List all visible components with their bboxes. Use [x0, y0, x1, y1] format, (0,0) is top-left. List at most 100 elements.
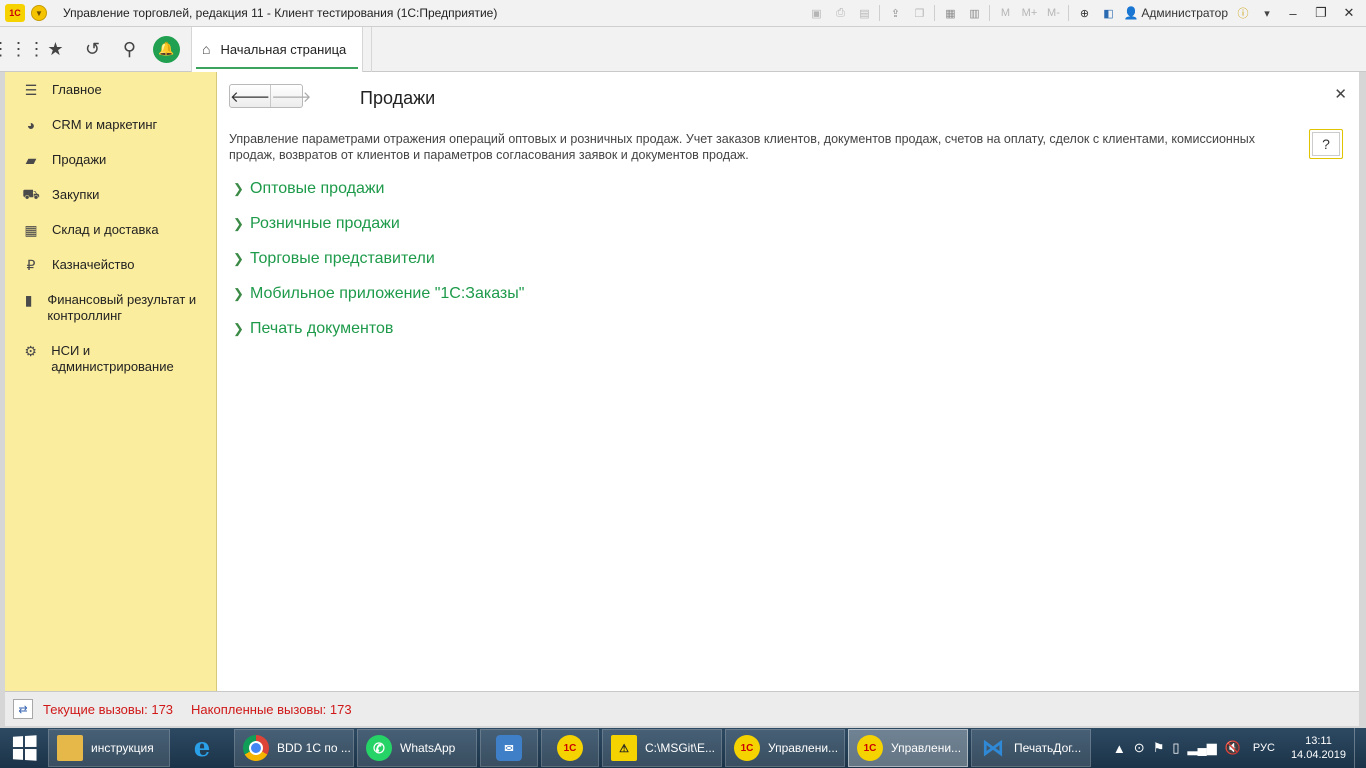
app-logo-icon: 1С — [5, 4, 25, 22]
sections-panel: ☰ Главное ◕ CRM и маркетинг ▰ Продажи ⛟ … — [5, 72, 217, 691]
gear-icon: ⚙ — [24, 342, 37, 359]
chevron-right-icon: ❯ — [233, 286, 244, 301]
notifications-button[interactable]: 🔔 — [148, 27, 185, 72]
windows-logo-icon — [12, 735, 37, 761]
user-name: Администратор — [1141, 6, 1228, 20]
nav-buttons: 🡐 🡒 — [229, 84, 311, 108]
forward-button[interactable]: 🡒 — [270, 85, 311, 107]
group-sales-reps[interactable]: ❯ Торговые представители — [233, 248, 524, 283]
page-title: Продажи — [360, 88, 436, 108]
system-tray: ▲ ⊙ ⚑ ▯ ▂▄▆ 🔇 РУС 13:11 14.04.2019 — [1113, 728, 1366, 768]
restore-button[interactable]: ❐ — [1310, 5, 1332, 21]
memory-m-minus-button[interactable]: M- — [1044, 4, 1062, 22]
main-content: 🡐 🡒 Продажи ✕ Управление параметрами отр… — [217, 72, 1359, 691]
sidebar-item-treasury[interactable]: ₽ Казначейство — [5, 247, 216, 282]
calculator-icon[interactable]: ▦ — [941, 4, 959, 22]
upload-icon[interactable]: ⇪ — [886, 4, 904, 22]
sidebar-item-finance[interactable]: ▮ Финансовый результат и контроллинг — [5, 282, 216, 333]
preview-icon[interactable]: ▤ — [855, 4, 873, 22]
chevron-right-icon: ❯ — [233, 216, 244, 231]
warehouse-icon: ▦ — [24, 221, 38, 238]
accumulated-calls: Накопленные вызовы: 173 — [191, 701, 352, 717]
network-icon[interactable]: ▂▄▆ — [1188, 740, 1217, 756]
taskbar-item-ie[interactable]: e — [173, 729, 231, 767]
clock[interactable]: 13:11 14.04.2019 — [1291, 734, 1346, 762]
mail-icon: ✉ — [496, 735, 522, 761]
tab-home[interactable]: ⌂ Начальная страница — [191, 26, 363, 72]
user-icon: 👤 — [1123, 6, 1139, 20]
section-bar: ⋮⋮⋮ ★ ↺ ⚲ 🔔 ⌂ Начальная страница — [0, 26, 1366, 72]
battery-icon[interactable]: ▯ — [1172, 740, 1179, 756]
sidebar-item-purchases[interactable]: ⛟ Закупки — [5, 177, 216, 212]
sidebar-item-main[interactable]: ☰ Главное — [5, 72, 216, 107]
taskbar-item-1c-upravlenie-2[interactable]: 1С Управлени... — [848, 729, 968, 767]
help-button[interactable]: ? — [1309, 129, 1343, 159]
flag-icon[interactable]: ⚑ — [1153, 740, 1165, 756]
group-mobile-app[interactable]: ❯ Мобильное приложение "1С:Заказы" — [233, 283, 524, 318]
close-icon[interactable]: ✕ — [1334, 85, 1347, 103]
status-bar: ⇄ Текущие вызовы: 173 Накопленные вызовы… — [5, 691, 1359, 726]
clock-time: 13:11 — [1305, 735, 1332, 747]
sidebar-item-sales[interactable]: ▰ Продажи — [5, 142, 216, 177]
taskbar-item-cmd[interactable]: ⚠ C:\MSGit\E... — [602, 729, 722, 767]
taskbar-item-1c-upravlenie-1[interactable]: 1С Управлени... — [725, 729, 845, 767]
copy-icon[interactable]: ❐ — [910, 4, 928, 22]
calendar-icon[interactable]: ▥ — [965, 4, 983, 22]
user-menu[interactable]: 👤 Администратор — [1123, 6, 1228, 20]
window-title: Управление торговлей, редакция 11 - Клие… — [63, 6, 498, 20]
cart-icon: ⛟ — [22, 185, 40, 202]
panels-icon[interactable]: ◧ — [1099, 4, 1117, 22]
volume-muted-icon[interactable]: 🔇 — [1225, 740, 1241, 756]
group-retail[interactable]: ❯ Розничные продажи — [233, 213, 524, 248]
home-icon: ⌂ — [202, 41, 211, 57]
ie-icon: e — [193, 733, 211, 763]
apps-grid-icon[interactable]: ⋮⋮⋮ — [0, 27, 46, 72]
chevron-right-icon: ❯ — [233, 251, 244, 266]
whatsapp-icon: ✆ — [366, 735, 392, 761]
onec-icon: 1С — [734, 735, 760, 761]
tray-expand-icon[interactable]: ▲ — [1113, 741, 1126, 756]
taskbar-item-1c[interactable]: 1С — [541, 729, 599, 767]
memory-m-plus-button[interactable]: M+ — [1020, 4, 1038, 22]
minimize-button[interactable]: – — [1282, 6, 1304, 21]
group-wholesale[interactable]: ❯ Оптовые продажи — [233, 178, 524, 213]
clock-date: 14.04.2019 — [1290, 749, 1346, 761]
windows-taskbar: инструкция e BDD 1С по ... ✆ WhatsApp ✉ … — [0, 728, 1366, 768]
current-calls: Текущие вызовы: 173 — [43, 701, 174, 717]
start-button[interactable] — [0, 728, 48, 768]
close-window-button[interactable]: ✕ — [1338, 5, 1360, 21]
main-menu-button[interactable]: ▼ — [31, 5, 47, 21]
taskbar-item-whatsapp[interactable]: ✆ WhatsApp — [357, 729, 477, 767]
chevron-down-icon[interactable]: ▾ — [1258, 4, 1276, 22]
taskbar-item-folder[interactable]: инструкция — [48, 729, 170, 767]
sidebar-item-admin[interactable]: ⚙ НСИ и администрирование — [5, 333, 216, 384]
search-icon[interactable]: ⚲ — [111, 27, 148, 72]
save-icon[interactable]: ▣ — [807, 4, 825, 22]
group-print-documents[interactable]: ❯ Печать документов — [233, 318, 524, 353]
taskbar-item-vscode[interactable]: ⋈ ПечатьДог... — [971, 729, 1091, 767]
history-icon[interactable]: ↺ — [74, 27, 111, 72]
ruble-icon: ₽ — [26, 256, 36, 273]
bag-icon: ▰ — [25, 151, 37, 168]
language-indicator[interactable]: РУС — [1253, 742, 1275, 754]
sidebar-item-warehouse[interactable]: ▦ Склад и доставка — [5, 212, 216, 247]
server-calls-icon[interactable]: ⇄ — [13, 699, 33, 719]
sidebar-item-crm[interactable]: ◕ CRM и маркетинг — [5, 107, 216, 142]
taskbar-item-mail[interactable]: ✉ — [480, 729, 538, 767]
bell-icon: 🔔 — [153, 35, 180, 63]
info-icon[interactable]: ⓘ — [1234, 4, 1252, 22]
chevron-right-icon: ❯ — [233, 181, 244, 196]
zoom-icon[interactable]: ⊕ — [1075, 4, 1093, 22]
bar-chart-icon: ▮ — [24, 291, 33, 308]
print-icon[interactable]: ⎙ — [831, 4, 849, 22]
memory-m-button[interactable]: M — [996, 4, 1014, 22]
taskbar-item-chrome[interactable]: BDD 1С по ... — [234, 729, 354, 767]
vscode-icon: ⋈ — [982, 735, 1004, 760]
cmd-icon: ⚠ — [611, 735, 637, 761]
tray-app-icon[interactable]: ⊙ — [1134, 740, 1145, 756]
back-button[interactable]: 🡐 — [230, 85, 270, 107]
tab-home-label: Начальная страница — [220, 41, 347, 57]
show-desktop-button[interactable] — [1354, 728, 1360, 768]
favorites-star-icon[interactable]: ★ — [37, 27, 74, 72]
pie-chart-icon: ◕ — [26, 117, 36, 133]
